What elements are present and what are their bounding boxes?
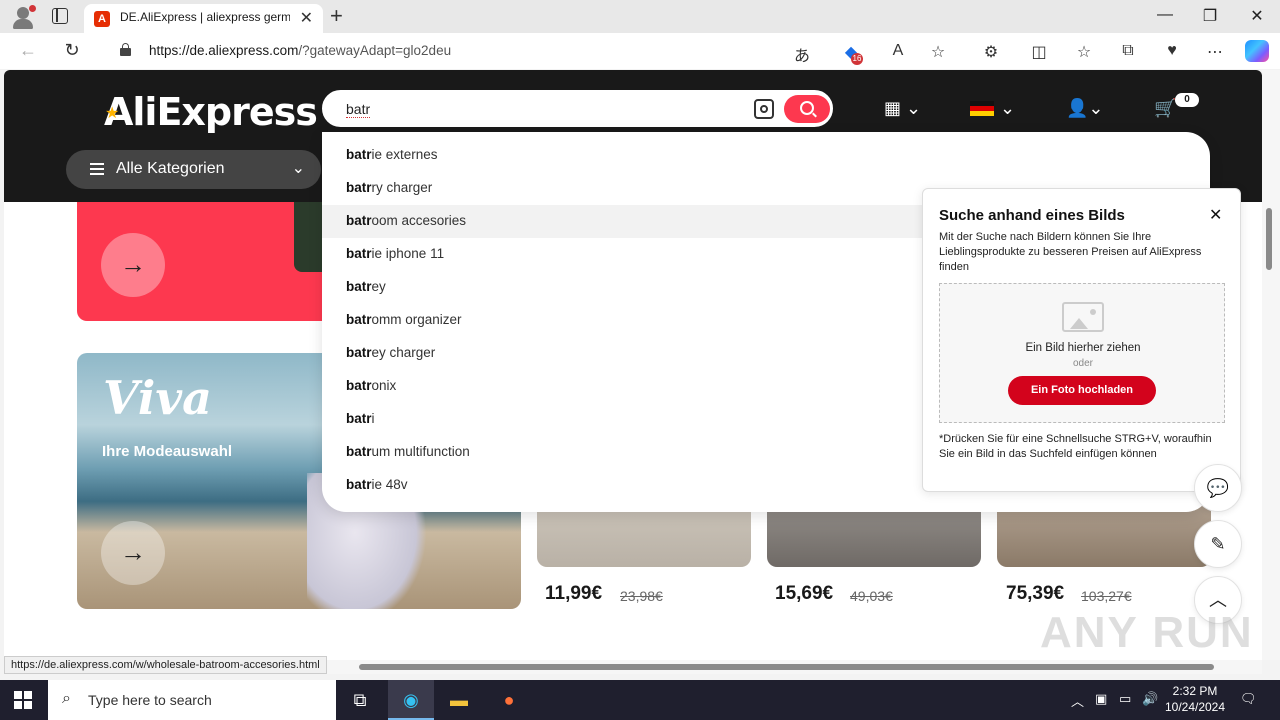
image-search-description: Mit der Suche nach Bildern können Sie Ih… [939, 231, 1202, 273]
clock-time: 2:32 PM [1172, 684, 1218, 698]
menu-icon [90, 163, 104, 175]
new-tab-icon[interactable]: + [330, 3, 343, 29]
status-bar-url: https://de.aliexpress.com/w/wholesale-ba… [4, 656, 327, 674]
language-chevron-icon[interactable]: ⌄ [1000, 98, 1015, 119]
product-price: 15,69€ [775, 583, 834, 604]
cart-count-badge: 0 [1175, 93, 1199, 107]
network-icon[interactable]: ▭ [1119, 691, 1131, 707]
search-suggestions: batrie externes batrry charger batroom a… [322, 132, 1241, 512]
copilot-icon[interactable] [1245, 40, 1269, 62]
feedback-edit-icon[interactable]: ✎ [1194, 520, 1242, 568]
search-icon: ⌕ [62, 690, 71, 707]
account-icon[interactable]: 👤⌄ [1066, 98, 1104, 119]
notifications-icon[interactable]: 🗨 [1240, 691, 1257, 707]
device-icon[interactable]: ▣ [1095, 691, 1107, 707]
product-price: 75,39€ [1006, 583, 1065, 604]
edge-browser-icon[interactable]: ◉ [388, 680, 434, 720]
search-query: batr [346, 101, 371, 118]
all-categories-label: Alle Kategorien [116, 160, 225, 177]
task-view-icon[interactable]: ⧉ [337, 680, 383, 720]
logo-star-icon: ★ [105, 105, 120, 122]
image-search-icon[interactable] [754, 99, 774, 119]
back-icon[interactable]: ← [17, 40, 39, 61]
show-hidden-icons-icon[interactable]: ︿ [1071, 691, 1084, 710]
extensions-icon[interactable]: ⚙ [980, 42, 1002, 62]
image-search-popup: Suche anhand eines Bilds ✕ Mit der Suche… [922, 188, 1241, 492]
favorite-star-icon[interactable]: ☆ [927, 42, 949, 62]
favorites-icon[interactable]: ☆ [1073, 42, 1095, 62]
restore-icon[interactable]: ❐ [1200, 6, 1220, 26]
viva-subtitle: Ihre Modeauswahl [102, 443, 233, 460]
upload-photo-button[interactable]: Ein Foto hochladen [1008, 376, 1156, 405]
address-bar[interactable]: https://de.aliexpress.com/?gatewayAdapt=… [102, 36, 962, 66]
windows-taskbar: ⌕ Type here to search ⧉ ◉ ▬ ● ︿ ▣ ▭ 🔊 2:… [0, 680, 1280, 720]
address-toolbar: ← ↻ https://de.aliexpress.com/?gatewayAd… [0, 33, 1280, 69]
or-text: oder [1072, 358, 1093, 369]
extension-badge: 16 [851, 53, 863, 65]
search-input[interactable]: batr [322, 90, 833, 127]
refresh-icon[interactable]: ↻ [61, 40, 83, 61]
tab-title: DE.AliExpress | aliexpress german [120, 10, 290, 24]
product-old-price: 49,03€ [850, 588, 893, 604]
vertical-scrollbar[interactable] [1262, 70, 1280, 660]
chevron-down-icon: ⌄ [291, 160, 305, 177]
close-tab-icon[interactable]: ✕ [300, 8, 313, 28]
image-placeholder-icon [1062, 302, 1104, 332]
taskbar-search-placeholder: Type here to search [88, 692, 212, 708]
anyrun-watermark: ANY RUN [1040, 608, 1254, 657]
split-screen-icon[interactable]: ◫ [1028, 42, 1050, 62]
arrow-right-icon[interactable]: → [101, 521, 165, 585]
all-categories-button[interactable]: Alle Kategorien ⌄ [66, 150, 321, 189]
aliexpress-favicon-icon: A [94, 11, 110, 27]
close-window-icon[interactable]: ✕ [1247, 6, 1267, 26]
firefox-icon[interactable]: ● [486, 680, 532, 720]
profile-icon[interactable] [10, 4, 36, 30]
minimize-icon[interactable]: — [1155, 6, 1175, 24]
taskbar-clock[interactable]: 2:32 PM 10/24/2024 [1160, 683, 1230, 715]
image-search-title: Suche anhand eines Bilds [939, 207, 1125, 224]
close-icon[interactable]: ✕ [1209, 205, 1222, 225]
suggestion-item[interactable]: batrie externes [322, 139, 1210, 172]
browser-tab[interactable]: A DE.AliExpress | aliexpress german ✕ [84, 4, 323, 33]
performance-icon[interactable]: ♥ [1161, 42, 1183, 60]
volume-icon[interactable]: 🔊 [1142, 691, 1158, 707]
viva-title: Viva [103, 371, 212, 425]
url-text: https://de.aliexpress.com/?gatewayAdapt=… [149, 43, 452, 58]
windows-start-icon[interactable] [14, 691, 32, 709]
read-aloud-icon[interactable]: A [887, 42, 909, 60]
page-viewport: AliExpress ★ batr ▦ ⌄ ⌄ 👤⌄ 🛒 0 Alle Kate… [4, 70, 1262, 660]
clock-date: 10/24/2024 [1164, 700, 1226, 714]
lock-icon[interactable] [120, 43, 131, 56]
drag-text: Ein Bild hierher ziehen [1025, 342, 1141, 354]
chat-icon[interactable]: 💬 [1194, 464, 1242, 512]
tab-actions-icon[interactable] [52, 8, 68, 24]
search-icon [800, 101, 814, 115]
germany-flag-icon[interactable] [970, 101, 994, 116]
arrow-right-icon[interactable]: → [101, 233, 165, 297]
search-button[interactable] [784, 95, 830, 123]
more-menu-icon[interactable]: ⋯ [1204, 42, 1226, 62]
browser-tab-bar: A DE.AliExpress | aliexpress german ✕ + … [0, 0, 1280, 33]
product-old-price: 103,27€ [1081, 588, 1132, 604]
product-price: 11,99€ [545, 583, 603, 604]
aliexpress-logo[interactable]: AliExpress [104, 90, 318, 134]
file-explorer-icon[interactable]: ▬ [436, 680, 482, 720]
cart-icon[interactable]: 🛒 [1154, 98, 1176, 119]
translate-icon[interactable]: あ [791, 42, 813, 66]
paste-hint: *Drücken Sie für eine Schnellsuche STRG+… [939, 433, 1212, 460]
product-old-price: 23,98€ [620, 588, 663, 604]
collections-icon[interactable]: ⧉ [1117, 42, 1139, 60]
image-drop-zone[interactable]: Ein Bild hierher ziehen oder Ein Foto ho… [939, 283, 1225, 423]
taskbar-search[interactable]: ⌕ Type here to search [48, 680, 336, 720]
app-qr-icon[interactable]: ▦ ⌄ [884, 98, 921, 119]
